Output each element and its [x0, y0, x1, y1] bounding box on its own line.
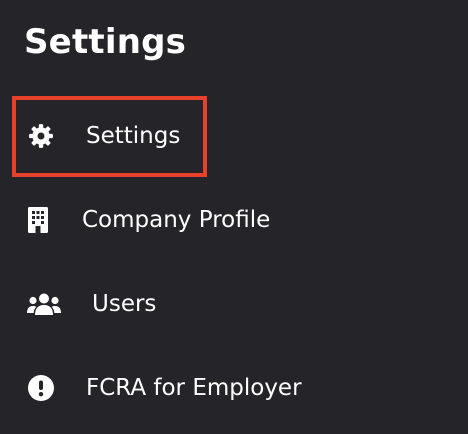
gear-icon	[29, 124, 53, 148]
sidebar-item-settings[interactable]: Settings	[0, 110, 360, 162]
users-icon	[27, 293, 61, 315]
sidebar-item-label: Company Profile	[82, 207, 271, 233]
sidebar-item-company-profile[interactable]: Company Profile	[0, 194, 360, 246]
sidebar-item-label: Users	[92, 291, 157, 317]
exclamation-circle-icon	[28, 375, 54, 401]
page-title: Settings	[24, 22, 187, 62]
sidebar-item-label: Settings	[86, 123, 181, 149]
sidebar-item-label: FCRA for Employer	[86, 375, 302, 401]
sidebar-item-users[interactable]: Users	[0, 278, 360, 330]
building-icon	[28, 207, 48, 233]
sidebar-item-fcra-for-employer[interactable]: FCRA for Employer	[0, 362, 360, 414]
